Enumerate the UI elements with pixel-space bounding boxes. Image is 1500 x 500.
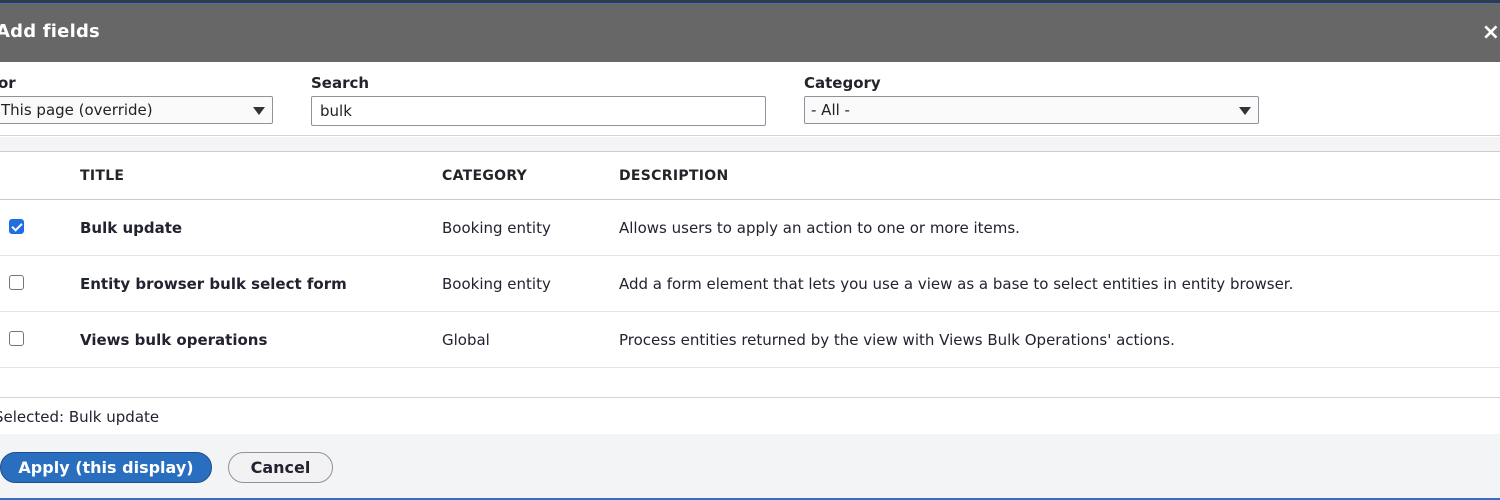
row-description: Add a form element that lets you use a v… bbox=[619, 275, 1294, 293]
for-label: or bbox=[0, 74, 16, 92]
chevron-down-icon bbox=[1239, 107, 1251, 115]
table-row[interactable]: Views bulk operations Global Process ent… bbox=[0, 312, 1500, 368]
section-divider bbox=[0, 137, 1500, 152]
row-checkbox[interactable] bbox=[9, 219, 24, 234]
row-title: Views bulk operations bbox=[80, 331, 268, 349]
table-spacer bbox=[0, 370, 1500, 398]
row-title: Bulk update bbox=[80, 219, 183, 237]
selected-summary: Selected: Bulk update bbox=[0, 398, 1500, 434]
row-description: Process entities returned by the view wi… bbox=[619, 331, 1175, 349]
column-header-category[interactable]: CATEGORY bbox=[442, 168, 527, 184]
search-input[interactable]: bulk bbox=[311, 96, 766, 126]
category-select-value: - All - bbox=[811, 101, 850, 119]
cancel-button[interactable]: Cancel bbox=[228, 452, 333, 483]
row-title: Entity browser bulk select form bbox=[80, 275, 347, 293]
table-row[interactable]: Bulk update Booking entity Allows users … bbox=[0, 200, 1500, 256]
dialog-footer: Apply (this display) Cancel bbox=[0, 434, 1500, 500]
category-select[interactable]: - All - bbox=[804, 96, 1259, 124]
apply-button[interactable]: Apply (this display) bbox=[0, 452, 212, 483]
row-category: Booking entity bbox=[442, 219, 551, 237]
fields-table: TITLE CATEGORY DESCRIPTION Bulk update B… bbox=[0, 152, 1500, 368]
table-header: TITLE CATEGORY DESCRIPTION bbox=[0, 152, 1500, 200]
row-checkbox[interactable] bbox=[9, 331, 24, 346]
dialog-titlebar: Add fields × bbox=[0, 4, 1500, 62]
row-category: Booking entity bbox=[442, 275, 551, 293]
table-row[interactable]: Entity browser bulk select form Booking … bbox=[0, 256, 1500, 312]
filter-bar: or This page (override) Search bulk Cate… bbox=[0, 62, 1500, 136]
row-description: Allows users to apply an action to one o… bbox=[619, 219, 1020, 237]
category-label: Category bbox=[804, 74, 881, 92]
row-checkbox[interactable] bbox=[9, 275, 24, 290]
chevron-down-icon bbox=[253, 107, 265, 115]
column-header-title[interactable]: TITLE bbox=[80, 168, 124, 184]
for-select[interactable]: This page (override) bbox=[0, 96, 273, 124]
search-label: Search bbox=[311, 74, 370, 92]
selected-text: Selected: Bulk update bbox=[0, 408, 160, 426]
for-select-value: This page (override) bbox=[1, 101, 153, 119]
dialog-title: Add fields bbox=[0, 21, 100, 42]
close-icon[interactable]: × bbox=[1478, 18, 1500, 48]
column-header-description[interactable]: DESCRIPTION bbox=[619, 168, 728, 184]
row-category: Global bbox=[442, 331, 490, 349]
